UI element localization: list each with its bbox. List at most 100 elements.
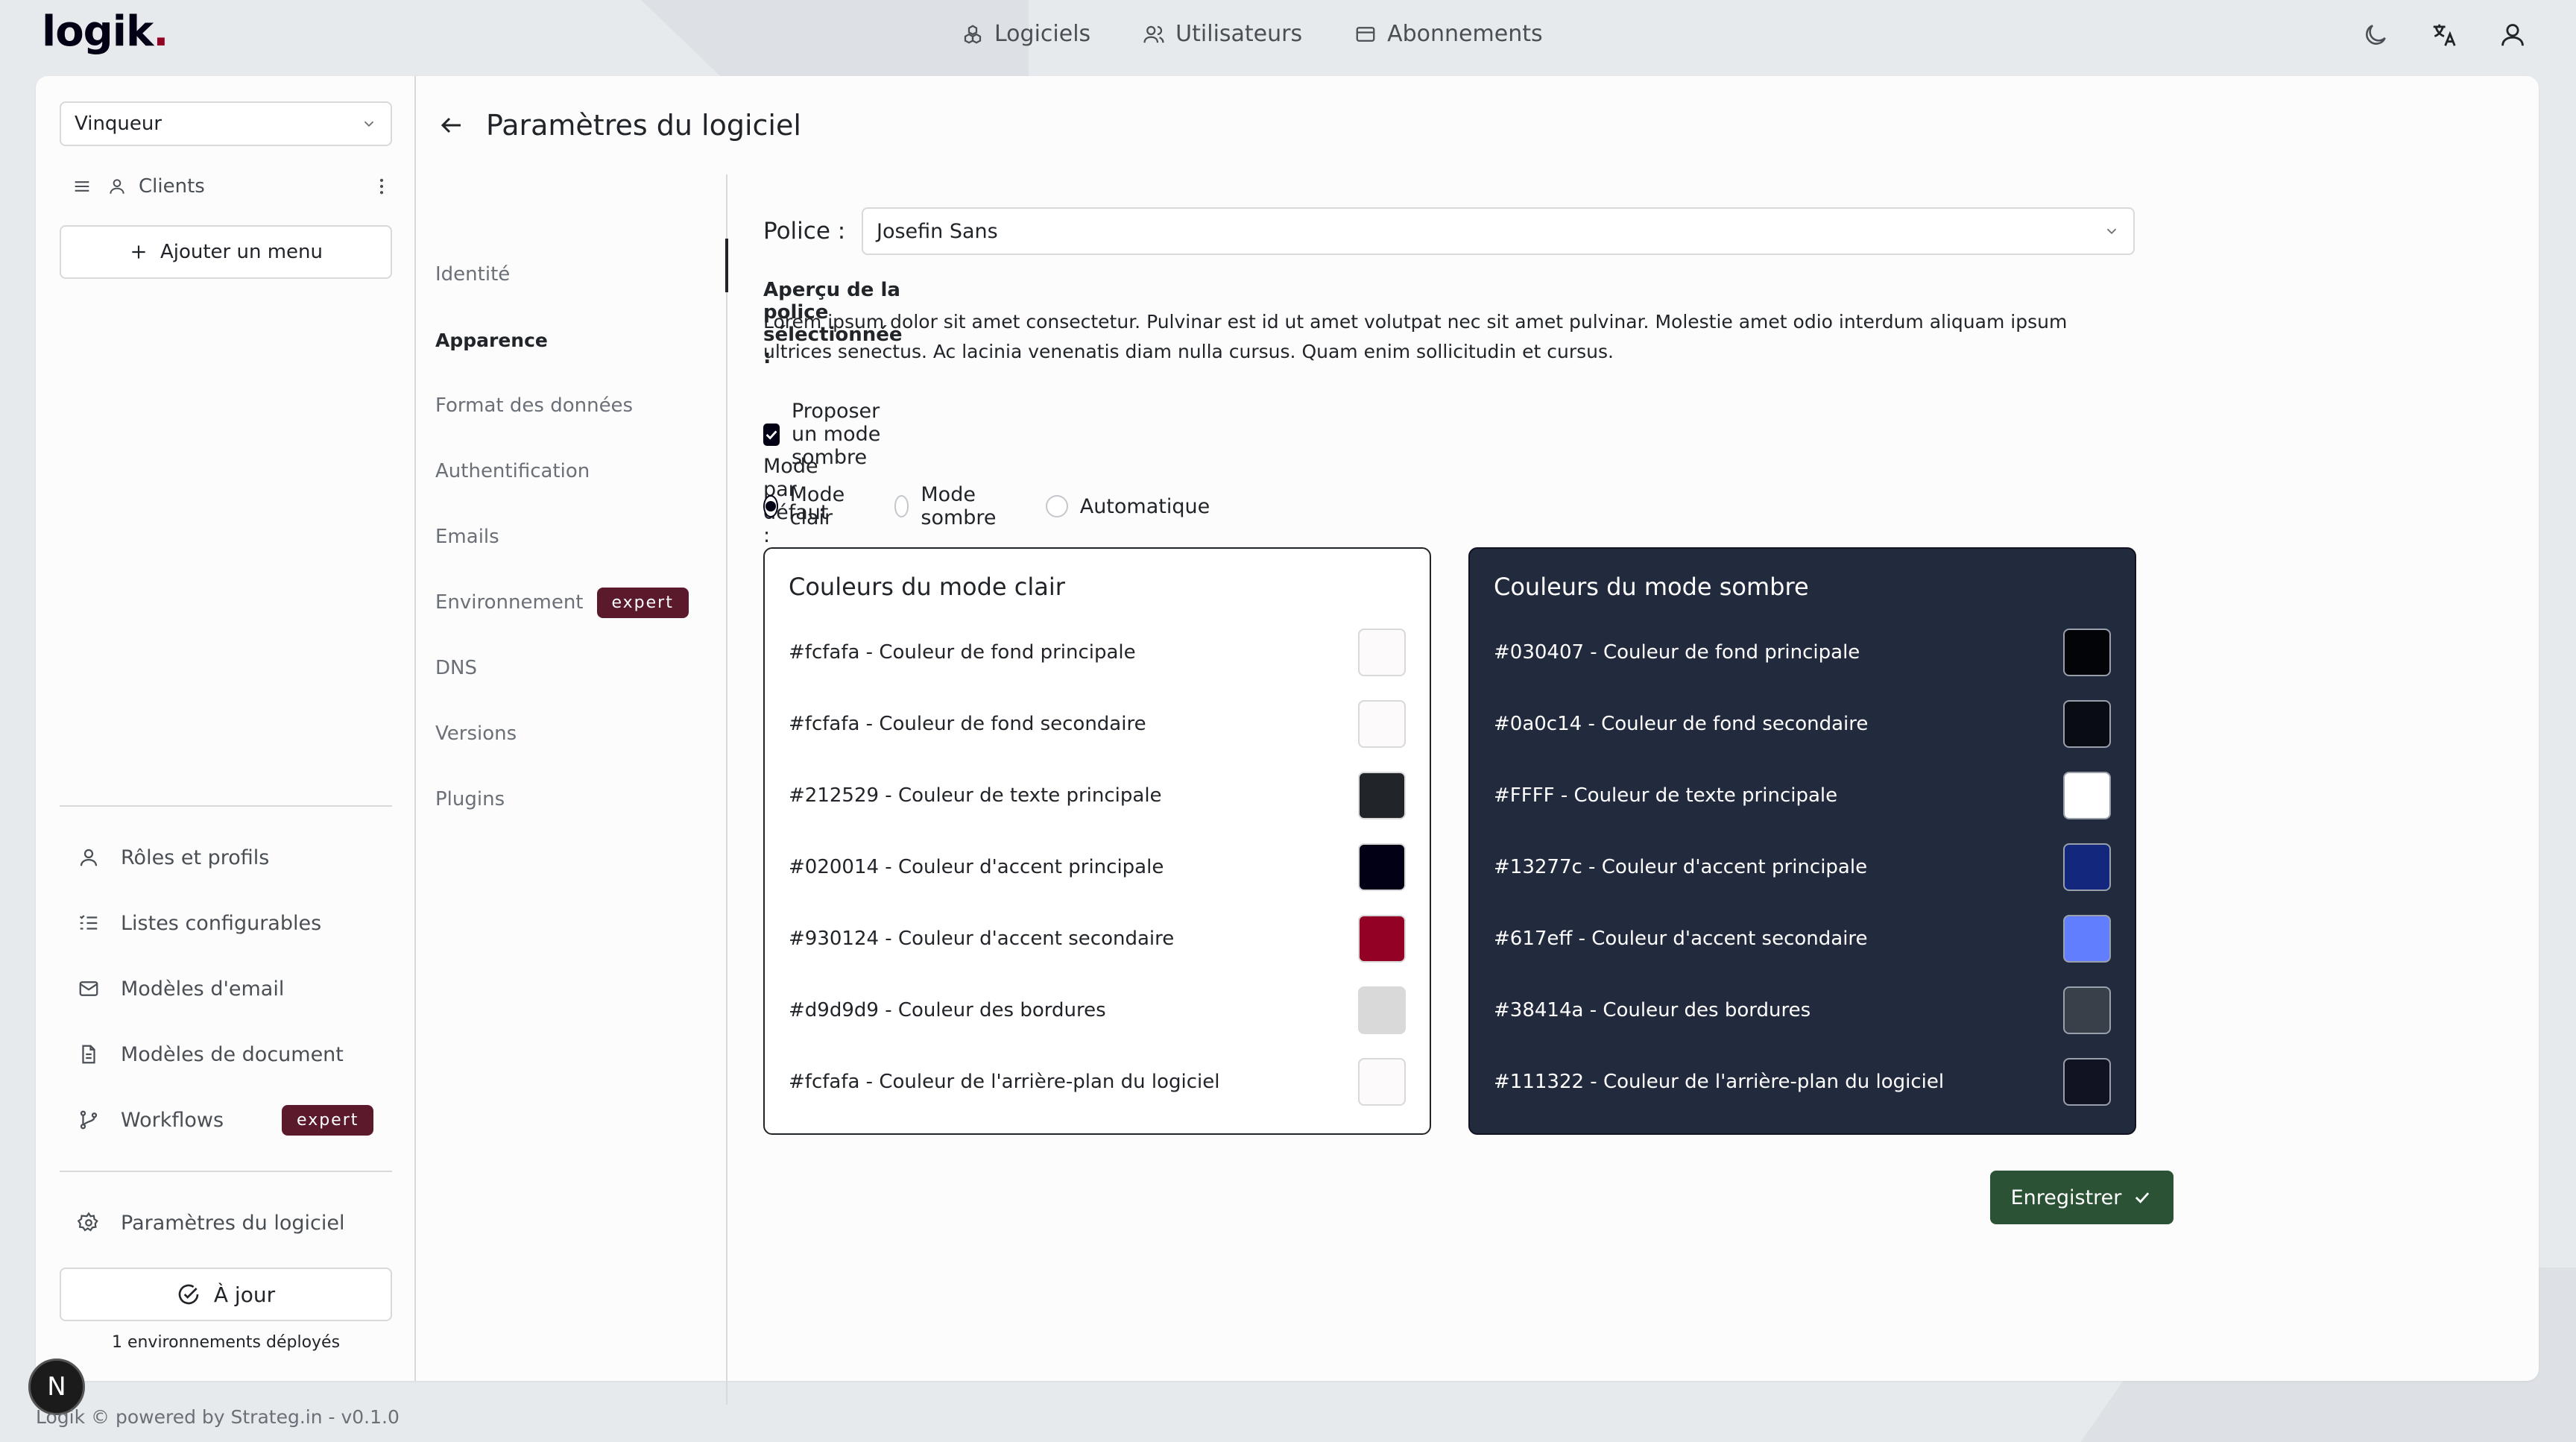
color-row: #0a0c14 - Couleur de fond secondaire [1494,699,2111,749]
tab-identite[interactable]: Identité [435,252,510,297]
radio-automatique[interactable]: Automatique [1045,495,1210,518]
dark-colors-title: Couleurs du mode sombre [1494,573,1809,601]
color-swatch[interactable] [2063,915,2111,963]
color-row: #212529 - Couleur de texte principale [789,771,1406,820]
sidebar-item-email-templates[interactable]: Modèles d'email [78,966,398,1011]
color-swatch[interactable] [2063,843,2111,891]
font-label: Police : [763,218,846,245]
moon-icon[interactable] [2361,21,2390,49]
cubes-icon [964,24,982,44]
mail-icon [79,981,98,996]
color-label: #13277c - Couleur d'accent principale [1494,856,1868,878]
drag-handle-icon[interactable] [72,176,92,197]
topnav-logiciels[interactable]: Logiciels [962,21,1090,47]
chevron-down-icon [364,121,374,127]
color-row: #38414a - Couleur des bordures [1494,986,2111,1035]
radio-mode-sombre[interactable]: Mode sombre [894,483,1004,529]
default-mode-radios: Mode clair Mode sombre Automatique [763,483,1210,529]
dark-mode-checkbox[interactable] [763,423,780,446]
color-label: #FFFF - Couleur de texte principale [1494,784,1838,807]
sidebar-item-document-templates[interactable]: Modèles de document [78,1032,398,1077]
color-label: #38414a - Couleur des bordures [1494,999,1811,1021]
top-bar: logik. Logiciels Utilisateurs Abonnement… [0,0,2576,75]
color-row: #111322 - Couleur de l'arrière-plan du l… [1494,1057,2111,1106]
tab-apparence[interactable]: Apparence [435,318,548,362]
preview-text: Lorem ipsum dolor sit amet consectetur. … [763,311,2068,362]
translate-icon[interactable] [2430,21,2458,49]
radio-button[interactable] [894,495,909,517]
color-label: #020014 - Couleur d'accent principale [789,856,1164,878]
tab-authentification[interactable]: Authentification [435,449,590,494]
color-row: #13277c - Couleur d'accent principale [1494,843,2111,892]
menu-row-clients[interactable]: Clients [72,164,392,209]
color-label: #fcfafa - Couleur de fond secondaire [789,713,1146,735]
status-button[interactable]: À jour [60,1268,392,1321]
tab-versions[interactable]: Versions [435,711,517,756]
color-row: #020014 - Couleur d'accent principale [789,843,1406,892]
color-label: #d9d9d9 - Couleur des bordures [789,999,1106,1021]
color-swatch[interactable] [1358,629,1406,676]
save-button[interactable]: Enregistrer [1990,1171,2174,1224]
color-swatch[interactable] [1358,986,1406,1034]
gear-icon [78,1212,98,1232]
color-swatch[interactable] [2063,629,2111,676]
plus-icon [132,245,145,259]
footer-text: Logik © powered by Strateg.in - v0.1.0 [36,1406,400,1428]
check-circle-icon [178,1284,199,1305]
color-label: #212529 - Couleur de texte principale [789,784,1162,807]
color-swatch[interactable] [1358,915,1406,963]
color-swatch[interactable] [1358,772,1406,819]
color-row: #fcfafa - Couleur de l'arrière-plan du l… [789,1057,1406,1106]
chevron-down-icon [2106,228,2117,235]
arrow-left-icon[interactable] [438,112,465,139]
sidebar-item-workflows[interactable]: Workflows expert [78,1098,398,1142]
dark-colors-panel: Couleurs du mode sombre #030407 - Couleu… [1468,547,2136,1135]
color-swatch[interactable] [2063,1058,2111,1106]
nav-divider [726,174,727,1405]
color-swatch[interactable] [2063,700,2111,748]
top-nav: Logiciels Utilisateurs Abonnements [962,21,1543,47]
color-row: #FFFF - Couleur de texte principale [1494,771,2111,820]
logo[interactable]: logik. [42,7,168,56]
topnav-utilisateurs[interactable]: Utilisateurs [1143,21,1302,47]
color-label: #111322 - Couleur de l'arrière-plan du l… [1494,1071,1945,1093]
radio-mode-clair[interactable]: Mode clair [763,483,853,529]
color-swatch[interactable] [1358,843,1406,891]
color-label: #617eff - Couleur d'accent secondaire [1494,928,1868,950]
radio-button[interactable] [763,495,778,517]
font-select[interactable]: Josefin Sans [862,207,2135,255]
color-swatch[interactable] [1358,700,1406,748]
color-swatch[interactable] [1358,1058,1406,1106]
color-label: #030407 - Couleur de fond principale [1494,641,1860,664]
top-icons [2361,21,2527,49]
color-row: #fcfafa - Couleur de fond secondaire [789,699,1406,749]
topnav-abonnements[interactable]: Abonnements [1354,21,1543,47]
tab-dns[interactable]: DNS [435,646,477,690]
radio-button[interactable] [1045,495,1068,517]
user-icon[interactable] [2498,21,2527,49]
tab-environnement[interactable]: Environnement expert [435,580,689,625]
more-vertical-icon[interactable] [371,176,392,197]
color-row: #030407 - Couleur de fond principale [1494,628,2111,677]
color-label: #0a0c14 - Couleur de fond secondaire [1494,713,1869,735]
sidebar-item-lists[interactable]: Listes configurables [78,901,398,945]
expert-badge: expert [282,1104,374,1136]
document-icon [82,1045,95,1064]
add-menu-button[interactable]: Ajouter un menu [60,225,392,279]
font-row: Police : Josefin Sans [763,207,2135,255]
light-colors-panel: Couleurs du mode clair #fcfafa - Couleur… [763,547,1431,1135]
color-row: #d9d9d9 - Couleur des bordures [789,986,1406,1035]
deployed-count: 1 environnements déployés [111,1333,341,1352]
client-select[interactable]: Vinqueur [60,101,392,146]
tab-emails[interactable]: Emails [435,514,499,559]
sidebar-item-settings[interactable]: Paramètres du logiciel [78,1200,398,1245]
color-swatch[interactable] [2063,986,2111,1034]
tab-plugins[interactable]: Plugins [435,777,505,822]
sidebar-item-roles[interactable]: Rôles et profils [78,835,398,880]
user-icon [110,179,124,194]
color-swatch[interactable] [2063,772,2111,819]
color-row: #930124 - Couleur d'accent secondaire [789,914,1406,963]
card-icon [1356,26,1375,42]
tab-format-donnees[interactable]: Format des données [435,383,633,428]
sidebar-divider [60,1171,392,1172]
